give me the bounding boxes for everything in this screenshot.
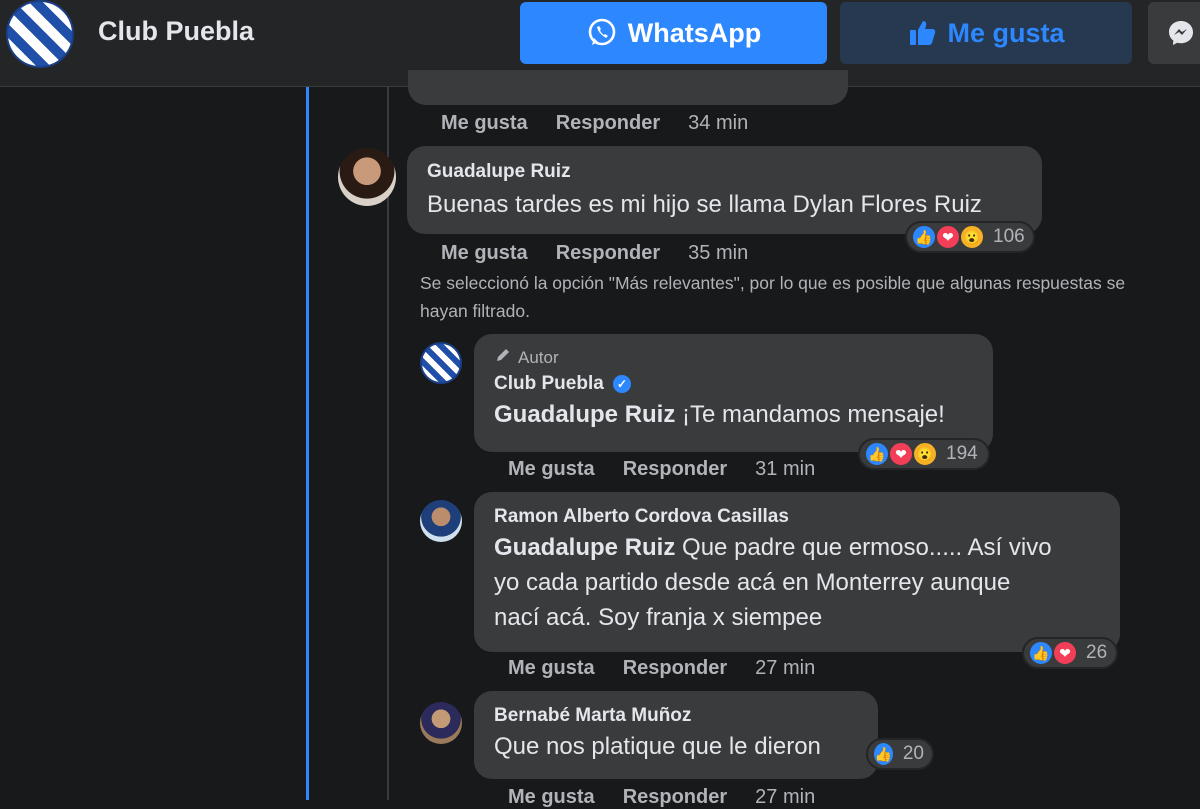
reply-link[interactable]: Responder: [623, 458, 727, 481]
reply-text: yo cada partido desde acá en Monterrey a…: [494, 569, 1011, 596]
reply-link[interactable]: Responder: [623, 657, 727, 680]
reaction-count: 194: [946, 443, 978, 464]
reply-text: nací acá. Soy franja x siempee: [494, 604, 823, 631]
wow-icon: 😮: [912, 441, 938, 467]
filter-notice: Se seleccionó la opción "Más relevantes"…: [420, 273, 1126, 321]
love-icon: ❤: [935, 224, 961, 250]
whatsapp-icon: [586, 17, 618, 49]
avatar[interactable]: [420, 702, 462, 744]
comment-actions: Me gusta Responder 35 min: [441, 242, 748, 265]
timestamp[interactable]: 31 min: [755, 458, 815, 481]
reply-text-line: Guadalupe Ruiz ¡Te mandamos mensaje!: [494, 397, 973, 432]
comment-author[interactable]: Guadalupe Ruiz: [427, 161, 1022, 183]
reply-link[interactable]: Responder: [623, 786, 727, 809]
avatar[interactable]: [420, 342, 462, 384]
reaction-count: 26: [1086, 642, 1108, 663]
reaction-summary[interactable]: 👍 ❤ 😮 194: [858, 438, 990, 470]
love-icon: ❤: [888, 441, 914, 467]
reply-text-line: Guadalupe Ruiz Que padre que ermoso.....…: [494, 530, 1100, 565]
like-link[interactable]: Me gusta: [441, 242, 528, 265]
like-icon: 👍: [872, 741, 895, 767]
reply-link[interactable]: Responder: [556, 242, 660, 265]
messenger-icon: [1166, 18, 1196, 48]
timestamp[interactable]: 35 min: [688, 242, 748, 265]
reply-author[interactable]: Club Puebla: [494, 373, 604, 394]
love-icon: ❤: [1052, 640, 1078, 666]
reply-text: ¡Te mandamos mensaje!: [682, 401, 945, 428]
thumbs-up-icon: [907, 18, 937, 48]
whatsapp-button[interactable]: WhatsApp: [520, 2, 827, 64]
reply-bubble: Bernabé Marta Muñoz Que nos platique que…: [474, 691, 878, 779]
author-badge-label: Autor: [518, 347, 559, 367]
wow-icon: 😮: [959, 224, 985, 250]
page-like-button[interactable]: Me gusta: [840, 2, 1132, 64]
like-link[interactable]: Me gusta: [508, 657, 595, 680]
reply-actions: Me gusta Responder 31 min: [508, 458, 815, 481]
reply-text: Que padre que ermoso..... Así vivo: [682, 534, 1052, 561]
reply-author[interactable]: Bernabé Marta Muñoz: [494, 705, 858, 727]
reply-author-line: Club Puebla ✓: [494, 373, 973, 395]
avatar[interactable]: [338, 148, 396, 206]
reply-text: Que nos platique que le dieron: [494, 733, 821, 760]
focus-border: [306, 87, 309, 800]
page-title[interactable]: Club Puebla: [98, 16, 254, 47]
verified-badge-icon: ✓: [613, 374, 632, 393]
like-icon: 👍: [1028, 640, 1054, 666]
like-link[interactable]: Me gusta: [508, 786, 595, 809]
whatsapp-label: WhatsApp: [627, 17, 762, 48]
reply-bubble: Autor Club Puebla ✓ Guadalupe Ruiz ¡Te m…: [474, 334, 993, 452]
like-icon: 👍: [864, 441, 890, 467]
mention-link[interactable]: Guadalupe Ruiz: [494, 534, 675, 561]
timestamp[interactable]: 27 min: [755, 657, 815, 680]
reply-actions: Me gusta Responder 27 min: [508, 786, 815, 809]
reaction-count: 106: [993, 226, 1025, 247]
left-panel: [0, 87, 306, 800]
reply-link[interactable]: Responder: [556, 112, 660, 135]
like-icon: 👍: [911, 224, 937, 250]
mention-link[interactable]: Guadalupe Ruiz: [494, 401, 675, 428]
reaction-summary[interactable]: 👍 ❤ 26: [1022, 637, 1118, 669]
comment-text: Buenas tardes es mi hijo se llama Dylan …: [427, 191, 982, 218]
timestamp[interactable]: 27 min: [755, 786, 815, 809]
reply-author[interactable]: Ramon Alberto Cordova Casillas: [494, 506, 1100, 528]
messenger-button[interactable]: [1148, 2, 1200, 64]
comment-actions: Me gusta Responder 34 min: [441, 112, 748, 135]
like-link[interactable]: Me gusta: [441, 112, 528, 135]
avatar[interactable]: [420, 500, 462, 542]
pencil-icon: [494, 346, 512, 369]
reaction-count: 20: [902, 743, 924, 764]
reaction-summary[interactable]: 👍 20: [866, 738, 934, 770]
author-badge: Autor: [494, 346, 973, 369]
reply-actions: Me gusta Responder 27 min: [508, 657, 815, 680]
club-puebla-logo[interactable]: [6, 0, 74, 68]
reaction-summary[interactable]: 👍 ❤ 😮 106: [905, 221, 1035, 253]
comment-bubble-partial: [408, 70, 848, 105]
reply-bubble: Ramon Alberto Cordova Casillas Guadalupe…: [474, 492, 1120, 652]
page-like-label: Me gusta: [947, 17, 1065, 48]
like-link[interactable]: Me gusta: [508, 458, 595, 481]
timestamp[interactable]: 34 min: [688, 112, 748, 135]
